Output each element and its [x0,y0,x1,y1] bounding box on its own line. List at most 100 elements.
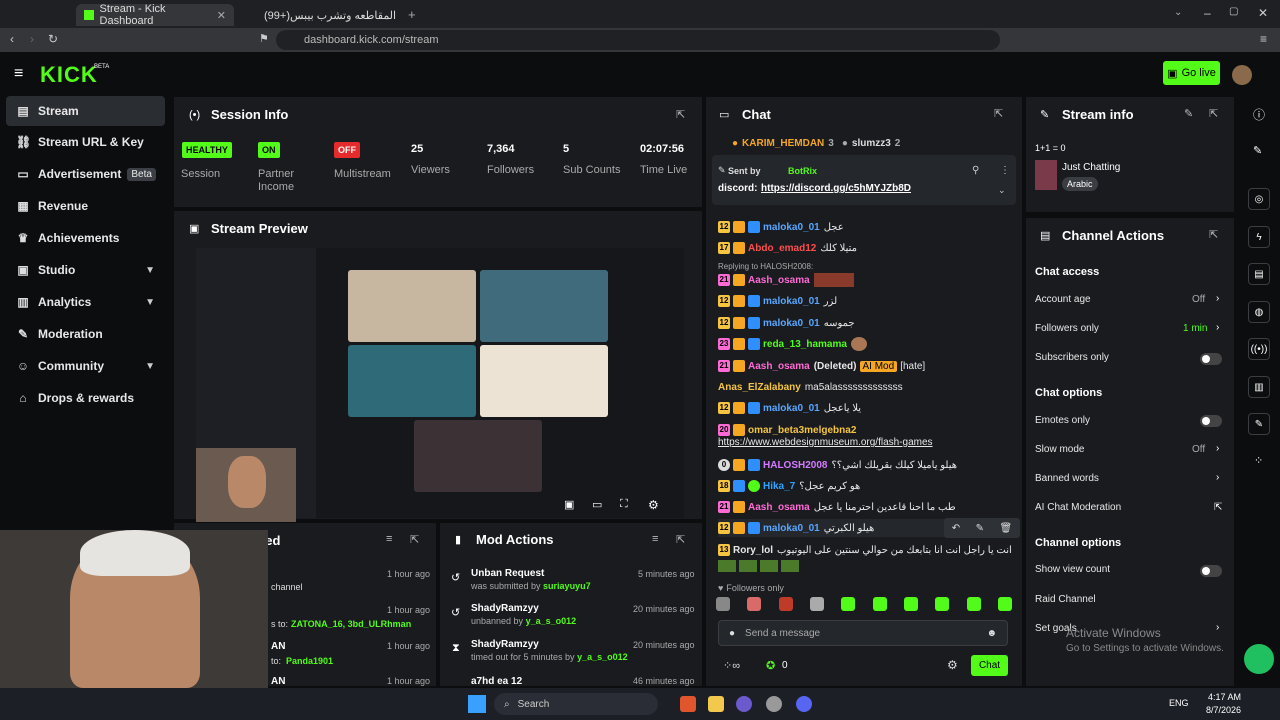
theater-icon[interactable]: ▭ [592,498,602,511]
tab-list-icon[interactable]: ⌄ [1174,7,1182,18]
mod-action-item[interactable]: ShadyRamzyy unbanned by y_a_s_o012 [471,603,631,626]
chevron-right-icon[interactable]: › [1216,472,1219,483]
maximize-icon[interactable]: ▢ [1229,6,1238,17]
mod-action-item[interactable]: Unban Request was submitted by suriayuyu… [471,568,641,591]
popout-icon[interactable]: ⇱ [1209,228,1218,241]
emote-icon[interactable] [966,597,981,611]
chat-input[interactable]: ● Send a message ☻ [718,620,1008,646]
lightning-icon[interactable]: ϟ [1248,226,1270,248]
chat-message[interactable]: 0 HALOSH2008 هيلو ياميلا كيلك بقريلك اشي؟؟ [718,456,1016,474]
layout-icon[interactable]: ▥ [1248,376,1270,398]
setting-label[interactable]: AI Chat Moderation [1035,502,1121,513]
send-chat-button[interactable]: Chat [971,655,1008,676]
popout-icon[interactable]: ⇱ [676,533,685,546]
chat-message[interactable]: 21 Aash_osama (Deleted) AI Mod [hate] [718,357,1016,375]
filter-icon[interactable]: ≡ [386,533,392,545]
chat-message[interactable]: 12 maloka0_01 جموسه [718,314,1016,332]
setting-label[interactable]: Banned words [1035,473,1099,484]
chat-message[interactable]: 23 reda_13_hamama [718,335,1016,353]
sidebar-item-revenue[interactable]: ▦ Revenue [6,191,165,221]
chat-message[interactable]: 12 maloka0_01 لزر [718,292,1016,310]
settings-icon[interactable]: ⚙ [648,498,659,512]
subscribers-only-toggle[interactable] [1200,353,1222,365]
chat-message[interactable]: 18 Hika_7 هو كريم عجل؟ [718,477,1016,495]
close-tab-icon[interactable]: ✕ [217,9,226,22]
sidebar-item-drops[interactable]: ⌂ Drops & rewards [6,383,165,413]
chevron-right-icon[interactable]: › [1216,622,1219,633]
taskbar-search[interactable]: ⌕ Search [494,693,658,715]
chevron-right-icon[interactable]: › [1216,322,1219,333]
chevron-down-icon[interactable]: ⌄ [998,185,1006,196]
chat-message[interactable]: 17 Abdo_emad12 متيلا كلك [718,239,1016,257]
start-icon[interactable] [468,695,486,713]
emote-icon[interactable] [841,597,856,611]
bookmark-icon[interactable]: ⚑ [259,32,269,45]
delete-icon[interactable]: 🗑 [1000,523,1013,534]
fullscreen-icon[interactable]: ⛶ [620,498,628,511]
clock-time[interactable]: 4:17 AM [1208,692,1241,702]
emote-icon[interactable] [778,597,793,611]
more-icon[interactable]: ⋮ [1000,165,1010,176]
info-icon[interactable]: ⓘ [1253,106,1265,123]
broadcast-icon[interactable]: ((•)) [1248,338,1270,360]
tab-kick-dashboard[interactable]: Stream - Kick Dashboard ✕ [76,3,234,27]
chat-message[interactable]: 12 maloka0_01 يلا ياعجل [718,399,1016,417]
emote-icon[interactable] [935,597,950,611]
show-view-count-toggle[interactable] [1200,565,1222,577]
wrench-icon[interactable]: ✎ [1248,413,1270,435]
app-icon[interactable] [736,696,752,712]
folder-icon[interactable] [708,696,724,712]
popout-icon[interactable]: ⇱ [1209,107,1218,120]
pinned-message[interactable]: ✎ Sent by BotRix discord: https://discor… [712,155,1016,205]
setting-value[interactable]: Off [1192,294,1205,305]
sidebar-item-stream[interactable]: ▤ Stream [6,96,165,126]
tab-youtube[interactable]: (99+)متنساش المقاطعه وتشرب بيبس [256,4,404,26]
minimize-icon[interactable]: – [1204,6,1211,20]
address-bar[interactable]: dashboard.kick.com/stream [276,30,1000,50]
sidebar-item-analytics[interactable]: ▥ Analytics ▼ [6,287,165,317]
sidebar-item-community[interactable]: ☺ Community ▼ [6,351,165,381]
pinned-link[interactable]: https://discord.gg/c5hMYJZb8D [761,183,911,194]
camera-icon[interactable]: ◎ [1248,188,1270,210]
emote-icon[interactable] [809,597,824,611]
setting-label[interactable]: Raid Channel [1035,594,1096,605]
back-icon[interactable]: ‹ [10,32,14,46]
brave-icon[interactable] [680,696,696,712]
mod-action-item[interactable]: ShadyRamzyy timed out for 5 minutes by y… [471,639,633,662]
popout-icon[interactable]: ⇱ [994,107,1003,120]
reload-icon[interactable]: ↻ [48,32,58,46]
chat-message[interactable]: 13 Rory_lol انت يا راجل انت انا بتابعك من … [718,541,1016,559]
filter-icon[interactable]: ≡ [652,533,658,545]
popout-icon[interactable]: ⇱ [676,108,685,121]
setting-value[interactable]: 1 min [1183,323,1207,334]
avatar[interactable] [1232,65,1252,85]
emote-icon[interactable] [997,597,1012,611]
kick-logo[interactable]: KICK [40,62,98,88]
chevron-right-icon[interactable]: › [1216,293,1219,304]
clock-date[interactable]: 8/7/2026 [1206,705,1241,715]
chat-link[interactable]: https://www.webdesignmuseum.org/flash-ga… [718,437,933,448]
emote-icon[interactable] [872,597,887,611]
unpin-icon[interactable]: ⚲ [972,165,979,176]
sidebar-item-achievements[interactable]: ♛ Achievements [6,223,165,253]
chat-message[interactable]: 21 Aash_osama [718,271,1016,289]
community-icon[interactable]: ⁘ [1254,454,1263,467]
discord-icon[interactable] [796,696,812,712]
hamburger-icon[interactable]: ≡ [14,65,23,83]
sidebar-item-studio[interactable]: ▣ Studio ▼ [6,255,165,285]
sidebar-item-advertisement[interactable]: ▭ Advertisement Beta [6,159,165,189]
clipboard-icon[interactable]: ▤ [1248,263,1270,285]
pip-icon[interactable]: ▣ [564,498,574,511]
popout-icon[interactable]: ⇱ [410,533,419,546]
app-icon[interactable] [766,696,782,712]
forward-icon[interactable]: › [30,32,34,46]
emotes-only-toggle[interactable] [1200,415,1222,427]
external-link-icon[interactable]: ⇱ [1214,502,1222,513]
category-thumbnail[interactable] [1035,160,1057,190]
go-live-button[interactable]: ▣ Go live [1163,61,1220,85]
emoji-icon[interactable]: ☻ [986,628,997,639]
chat-message[interactable]: 12 maloka0_01 عجل [718,218,1016,236]
chat-bubble-icon[interactable]: ◍ [1248,301,1270,323]
pin-icon[interactable]: ✎ [976,523,984,534]
settings-icon[interactable]: ⚙ [947,658,958,672]
